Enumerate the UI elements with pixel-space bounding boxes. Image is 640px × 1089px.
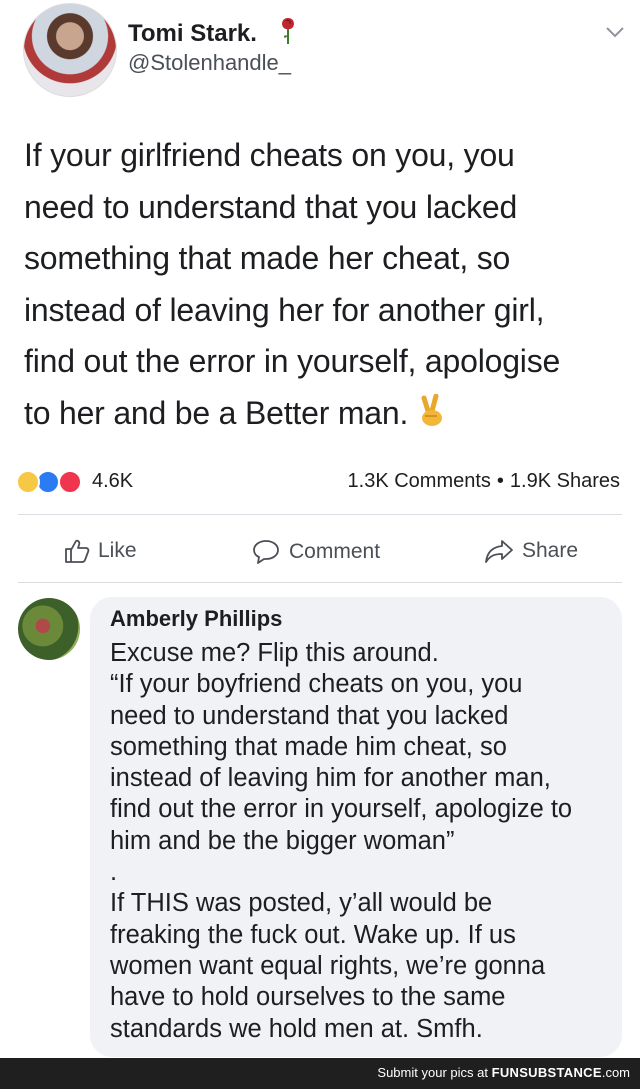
- share-arrow-icon: [485, 540, 513, 563]
- reactions-count[interactable]: 4.6K: [92, 470, 133, 493]
- like-label: Like: [98, 539, 137, 562]
- comment-line: him and be the bigger woman”: [110, 826, 455, 855]
- post-line: If your girlfriend cheats on you, you: [24, 137, 515, 173]
- post-line: need to understand that you lacked: [24, 188, 518, 225]
- comment-icon: [253, 540, 279, 564]
- comment-line: If THIS was posted, y’all would be: [110, 889, 493, 918]
- post-header: Tomi Stark. @Stolenhandle_: [0, 0, 640, 110]
- comments-shares: 1.3K Comments • 1.9K Shares: [348, 470, 620, 493]
- commenter-avatar[interactable]: [18, 598, 80, 660]
- share-button[interactable]: Share: [484, 538, 578, 564]
- watermark-footer: Submit your pics at FUNSUBSTANCE.com: [0, 1058, 640, 1089]
- comment-line: Excuse me? Flip this around.: [110, 639, 439, 667]
- comment-line: .: [110, 858, 118, 887]
- commenter-name[interactable]: Amberly Phillips: [110, 606, 282, 632]
- comment-line: women want equal rights, we’re gonna: [110, 951, 546, 980]
- post-stats: 4.6K 1.3K Comments • 1.9K Shares: [0, 460, 640, 500]
- victory-hand-icon: [421, 393, 442, 426]
- comment-line: freaking the fuck out. Wake up. If us: [110, 920, 516, 949]
- comment-line: “If your boyfriend cheats on you, you: [110, 670, 523, 699]
- divider: [18, 514, 622, 515]
- footer-brand: FUNSUBSTANCE: [491, 1065, 602, 1080]
- separator: •: [496, 470, 504, 492]
- like-button[interactable]: Like: [64, 538, 137, 564]
- footer-prefix: Submit your pics at: [377, 1065, 488, 1080]
- shares-count[interactable]: 1.9K Shares: [510, 470, 620, 492]
- author-name[interactable]: Tomi Stark.: [128, 20, 257, 48]
- comment-line: have to hold ourselves to the same: [110, 983, 506, 1012]
- footer-text: Submit your pics at FUNSUBSTANCE.com: [377, 1065, 630, 1080]
- comment-line: find out the error in yourself, apologiz…: [110, 795, 573, 824]
- post-line: to her and be a Better man.: [24, 394, 409, 431]
- divider: [18, 582, 622, 583]
- author-handle: @Stolenhandle_: [128, 50, 292, 75]
- comment-line: standards we hold men at. Smfh.: [110, 1014, 483, 1043]
- thumbs-up-icon: [65, 539, 90, 563]
- comments-count[interactable]: 1.3K Comments: [348, 470, 491, 492]
- action-bar: Like Comment Share: [0, 520, 640, 580]
- rose-icon: [282, 18, 294, 44]
- comment-label: Comment: [289, 540, 381, 563]
- comment-button[interactable]: Comment: [251, 538, 380, 566]
- post-text: If your girlfriend cheats on you, you ne…: [24, 130, 624, 439]
- comment-line: need to understand that you lacked: [110, 701, 509, 730]
- haha-icon[interactable]: [16, 470, 40, 494]
- comment-line: something that made him cheat, so: [110, 732, 507, 761]
- post-line: instead of leaving her for another girl,: [24, 291, 545, 328]
- comment-line: instead of leaving him for another man,: [110, 764, 551, 793]
- footer-suffix: .com: [601, 1065, 630, 1080]
- post-line: something that made her cheat, so: [24, 240, 511, 276]
- comment-text: Excuse me? Flip this around. “If your bo…: [110, 638, 615, 1045]
- author-avatar[interactable]: [23, 3, 117, 97]
- chevron-down-icon[interactable]: [604, 24, 626, 40]
- share-label: Share: [522, 539, 579, 562]
- love-icon[interactable]: [58, 470, 82, 494]
- post-line-last: to her and be a Better man.: [24, 388, 624, 440]
- post-line: find out the error in yourself, apologis…: [24, 343, 561, 379]
